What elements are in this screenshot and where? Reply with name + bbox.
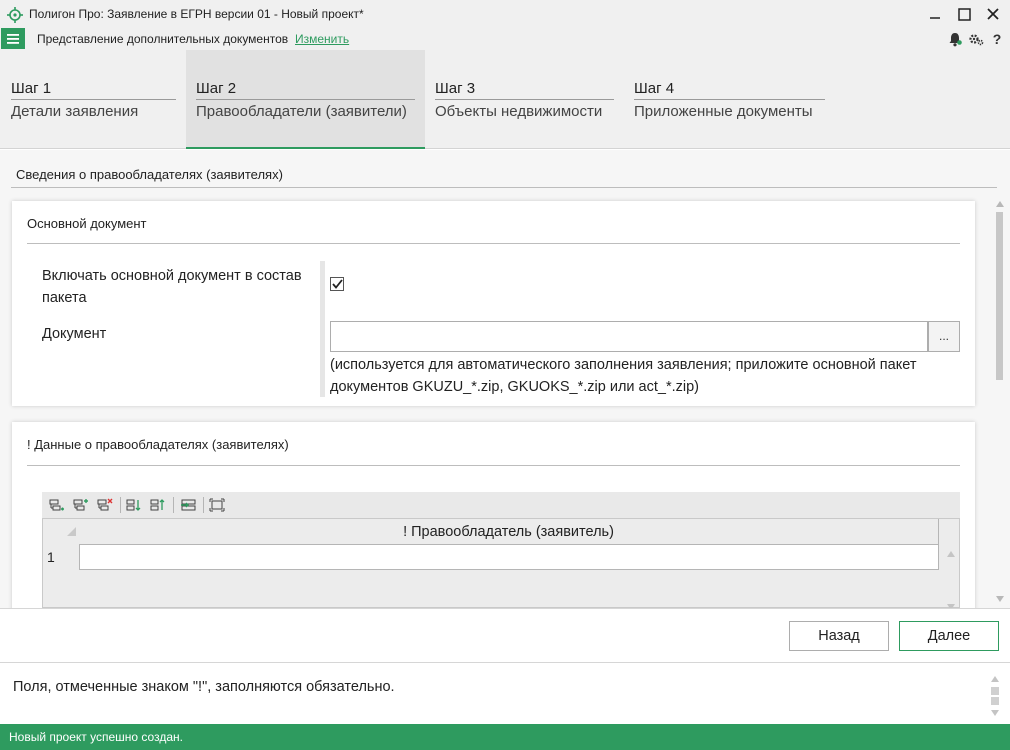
holder-column-header[interactable]: ! Правообладатель (заявитель) [79,519,939,544]
window-title: Полигон Про: Заявление в ЕГРН версии 01 … [29,7,364,21]
app-logo-icon [7,7,23,23]
move-up-icon [150,499,165,511]
delete-row-button[interactable] [95,495,115,515]
change-link[interactable]: Изменить [295,32,349,46]
step-2-tab[interactable]: Шаг 2 Правообладатели (заявители) [186,50,425,149]
toolbar-separator [173,497,174,513]
maximize-icon [957,7,971,21]
card-divider [27,465,960,466]
browse-document-button[interactable]: ... [928,321,960,352]
minimize-button[interactable] [922,4,948,24]
info-panel: Поля, отмеченные знаком "!", заполняются… [0,662,1010,724]
step-4-number: Шаг 4 [634,80,825,100]
notifications-button[interactable] [946,30,964,48]
menu-strip: Представление дополнительных документов … [0,28,1010,50]
minimize-icon [930,17,940,19]
add-row-button[interactable] [47,495,67,515]
status-bar: Новый проект успешно создан. [0,724,1010,750]
document-input[interactable] [330,321,928,352]
import-button[interactable] [178,495,198,515]
main-document-card: Основной документ Включать основной доку… [12,201,975,406]
content-scrollbar[interactable] [994,198,1006,606]
scrollbar-thumb[interactable] [996,212,1003,380]
step-4-tab[interactable]: Шаг 4 Приложенные документы [624,50,835,149]
scroll-down-arrow-icon [996,596,1004,602]
main-document-title: Основной документ [27,216,147,231]
step-3-tab[interactable]: Шаг 3 Объекты недвижимости [425,50,624,149]
scroll-up-arrow-icon [996,201,1004,207]
menu-icon [7,33,19,44]
step-1-number: Шаг 1 [11,80,176,100]
add-child-row-button[interactable] [71,495,91,515]
step-1-tab[interactable]: Шаг 1 Детали заявления [0,50,186,149]
step-3-number: Шаг 3 [435,80,614,100]
required-fields-note: Поля, отмеченные знаком "!", заполняются… [13,679,395,695]
step-2-label: Правообладатели (заявители) [196,103,407,120]
holders-title: ! Данные о правообладателях (заявителях) [27,437,289,452]
select-all-corner[interactable] [43,519,79,544]
document-type-caption: Представление дополнительных документов [37,32,289,46]
toolbar-separator [203,497,204,513]
help-button[interactable]: ? [990,30,1004,48]
document-label: Документ [42,326,107,342]
bell-icon [949,32,962,46]
help-icon: ? [992,31,1002,47]
fit-button[interactable] [207,495,227,515]
holders-card: ! Данные о правообладателях (заявителях) [12,422,975,608]
toolbar-separator [120,497,121,513]
fit-icon [209,498,225,512]
holder-column-header-label: ! Правообладатель (заявитель) [403,523,614,540]
card-divider [27,243,960,244]
section-title: Сведения о правообладателях (заявителях) [16,167,283,182]
delete-row-icon [97,498,113,511]
checkmark-icon [331,279,343,289]
grid-toolbar [42,492,960,518]
move-up-button[interactable] [148,495,168,515]
document-hint: (используется для автоматического заполн… [330,357,917,395]
holders-grid: ! Правообладатель (заявитель) 1 [42,518,960,608]
step-4-label: Приложенные документы [634,103,813,120]
close-button[interactable] [980,4,1006,24]
include-main-doc-checkbox[interactable] [330,277,344,291]
main-menu-button[interactable] [1,28,25,49]
settings-button[interactable] [967,30,985,48]
row-number: 1 [47,549,55,565]
status-message: Новый проект успешно создан. [9,730,183,744]
content-area: Сведения о правообладателях (заявителях)… [0,150,1010,608]
import-icon [181,499,196,511]
info-scrollbar[interactable] [988,673,1002,719]
step-3-label: Объекты недвижимости [435,103,603,120]
holder-cell[interactable] [79,544,939,570]
grid-scrollbar[interactable] [943,544,959,608]
section-divider [11,187,997,188]
navigation-bar: Назад Далее [0,608,1010,660]
settings-icon [969,34,984,46]
step-1-label: Детали заявления [11,103,139,120]
next-button[interactable]: Далее [899,621,999,651]
add-row-icon [49,499,64,511]
move-down-icon [126,499,141,511]
wizard-steps: Шаг 1 Детали заявления Шаг 2 Правооблада… [0,50,1010,149]
back-button[interactable]: Назад [789,621,889,651]
include-main-doc-label: Включать основной документ в состав паке… [42,268,302,306]
field-separator [320,261,325,397]
maximize-button[interactable] [951,4,977,24]
add-child-row-icon [73,499,88,511]
step-2-number: Шаг 2 [196,80,415,100]
move-down-button[interactable] [124,495,144,515]
title-bar: Полигон Про: Заявление в ЕГРН версии 01 … [0,0,1010,28]
close-icon [987,8,999,20]
